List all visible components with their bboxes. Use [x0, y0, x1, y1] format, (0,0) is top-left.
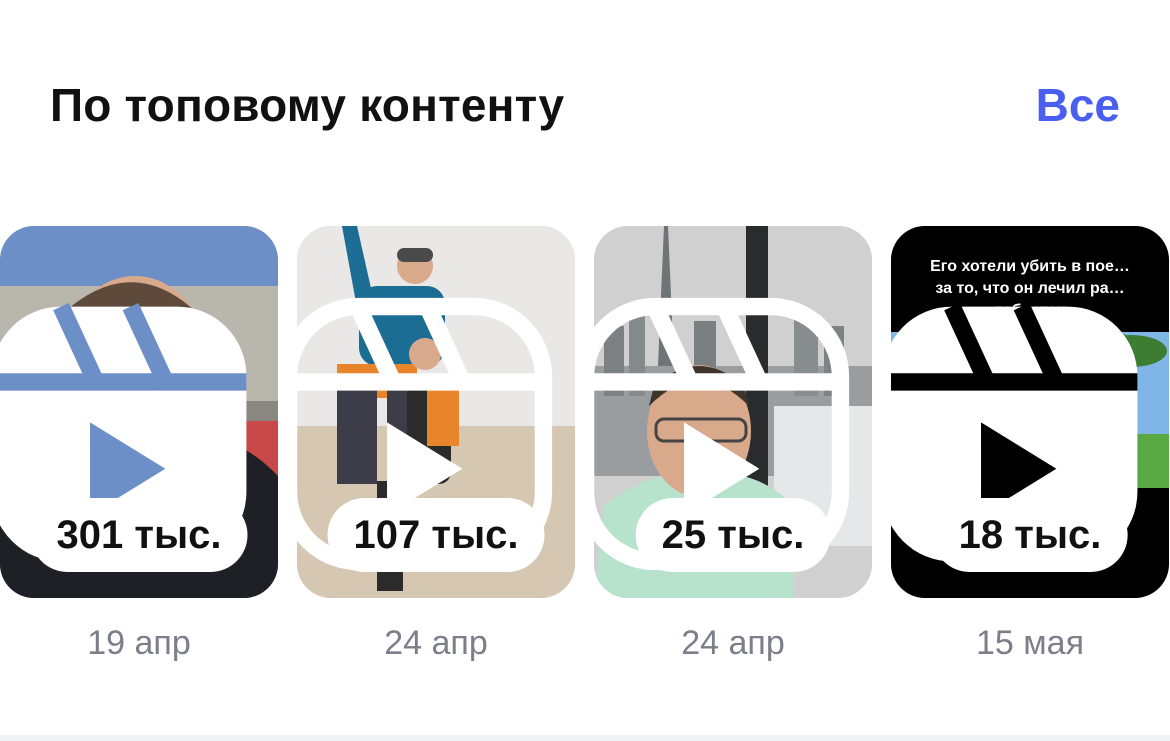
video-thumbnail[interactable]: 107 тыс.	[297, 226, 575, 598]
video-thumbnail[interactable]: 301 тыс.	[0, 226, 278, 598]
see-all-link[interactable]: Все	[1036, 78, 1120, 132]
section-header: По топовому контенту Все	[0, 0, 1170, 200]
content-card[interactable]: 25 тыс. 24 апр	[594, 226, 872, 662]
publish-date: 24 апр	[681, 624, 785, 662]
section-title: По топовому контенту	[50, 79, 565, 131]
content-card[interactable]: 301 тыс. 19 апр	[0, 226, 278, 662]
view-count-badge: 301 тыс.	[30, 498, 248, 572]
content-card[interactable]: Его хотели убить в пое… за то, что он ле…	[891, 226, 1169, 662]
top-content-carousel: 301 тыс. 19 апр 107 тыс. 24 апр 25 тыс. …	[0, 226, 1170, 666]
publish-date: 24 апр	[384, 624, 488, 662]
video-thumbnail[interactable]: Его хотели убить в пое… за то, что он ле…	[891, 226, 1169, 598]
content-card[interactable]: 107 тыс. 24 апр	[297, 226, 575, 662]
video-thumbnail[interactable]: 25 тыс.	[594, 226, 872, 598]
view-count-badge: 25 тыс.	[635, 498, 831, 572]
publish-date: 19 апр	[87, 624, 191, 662]
view-count-badge: 107 тыс.	[327, 498, 545, 572]
section-divider	[0, 735, 1170, 741]
publish-date: 15 мая	[976, 624, 1084, 662]
view-count-badge: 18 тыс.	[932, 498, 1128, 572]
